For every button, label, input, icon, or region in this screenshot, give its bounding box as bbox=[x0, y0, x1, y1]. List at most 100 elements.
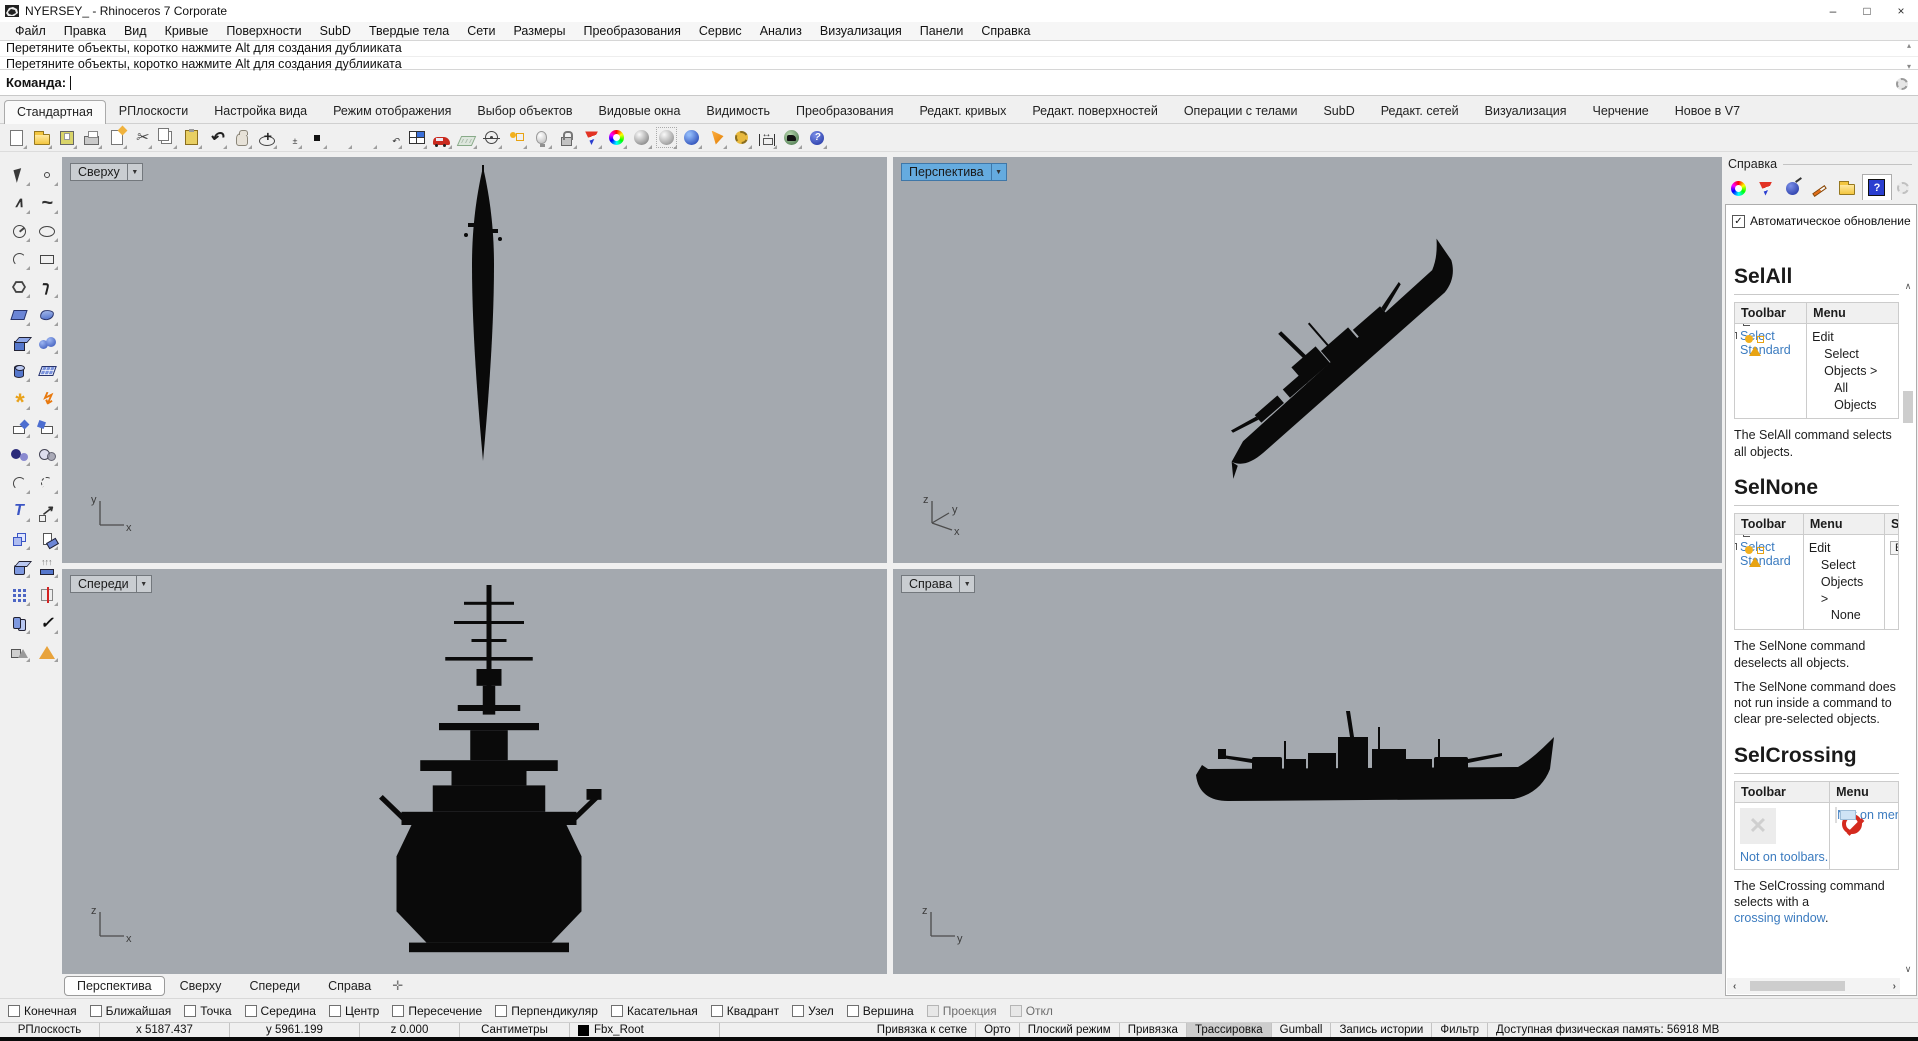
close-button[interactable]: × bbox=[1884, 0, 1918, 22]
sidebar-tool-button[interactable] bbox=[34, 414, 60, 440]
sidebar-tool-button[interactable] bbox=[6, 330, 32, 356]
toolbar-button[interactable] bbox=[229, 125, 254, 151]
menu-item[interactable]: Размеры bbox=[505, 24, 575, 38]
scroll-down-icon[interactable]: ∨ bbox=[1905, 964, 1912, 975]
toolbar-button[interactable] bbox=[554, 125, 579, 151]
osnap-toggle[interactable]: Вершина bbox=[847, 1004, 914, 1018]
checkbox[interactable] bbox=[329, 1005, 341, 1017]
sidebar-tool-button[interactable] bbox=[6, 582, 32, 608]
toolbar-tab[interactable]: Выбор объектов bbox=[464, 99, 585, 123]
osnap-toggle[interactable]: Узел bbox=[792, 1004, 834, 1018]
viewport-top[interactable]: Сверху ▼ y x bbox=[62, 157, 887, 563]
checkbox[interactable] bbox=[184, 1005, 196, 1017]
menu-item[interactable]: Справка bbox=[972, 24, 1039, 38]
viewport-menu-arrow-icon[interactable]: ▼ bbox=[992, 163, 1007, 181]
toolbar-button[interactable] bbox=[179, 125, 204, 151]
help-vertical-scrollbar[interactable]: ∧ ∨ bbox=[1901, 281, 1915, 975]
toolbar-button[interactable] bbox=[104, 125, 129, 151]
toolbar-tab[interactable]: Редакт. сетей bbox=[1368, 99, 1472, 123]
toolbar-button[interactable] bbox=[604, 125, 629, 151]
panel-tab[interactable] bbox=[1833, 176, 1860, 200]
sidebar-tool-button[interactable] bbox=[6, 638, 32, 664]
status-toggle[interactable]: Gumball bbox=[1272, 1023, 1332, 1037]
help-horizontal-scrollbar[interactable]: ‹ › bbox=[1727, 978, 1900, 994]
sidebar-tool-button[interactable] bbox=[6, 470, 32, 496]
checkbox[interactable] bbox=[927, 1005, 939, 1017]
viewport-right[interactable]: Справа ▼ z y bbox=[893, 569, 1722, 974]
toolbar-button[interactable] bbox=[279, 125, 304, 151]
toolbar-button[interactable] bbox=[254, 125, 279, 151]
toolbar-button[interactable] bbox=[629, 125, 654, 151]
maximize-button[interactable]: □ bbox=[1850, 0, 1884, 22]
sidebar-tool-button[interactable] bbox=[34, 330, 60, 356]
toolbar-tab[interactable]: Преобразования bbox=[783, 99, 906, 123]
toolbar-tab[interactable]: Черчение bbox=[1580, 99, 1662, 123]
toolbar-button[interactable] bbox=[779, 125, 804, 151]
not-on-toolbars-link[interactable]: Not on toolbars. bbox=[1740, 850, 1828, 864]
minimize-button[interactable]: – bbox=[1816, 0, 1850, 22]
toolbar-button[interactable] bbox=[79, 125, 104, 151]
sidebar-tool-button[interactable] bbox=[6, 274, 32, 300]
menu-item[interactable]: Вид bbox=[115, 24, 156, 38]
scroll-down-icon[interactable]: ▾ bbox=[1902, 62, 1916, 71]
checkbox[interactable] bbox=[847, 1005, 859, 1017]
sidebar-tool-button[interactable] bbox=[34, 470, 60, 496]
toolbar-button[interactable] bbox=[579, 125, 604, 151]
viewport-perspective-label[interactable]: Перспектива ▼ bbox=[901, 163, 1007, 181]
status-toggle[interactable]: Трассировка bbox=[1187, 1023, 1272, 1037]
toolbar-tab[interactable]: Стандартная bbox=[4, 100, 106, 124]
toolbar-button[interactable] bbox=[404, 125, 429, 151]
osnap-toggle[interactable]: Проекция bbox=[927, 1004, 997, 1018]
toolbar-button[interactable] bbox=[529, 125, 554, 151]
osnap-toggle[interactable]: Откл bbox=[1010, 1004, 1053, 1018]
osnap-toggle[interactable]: Касательная bbox=[611, 1004, 698, 1018]
auto-update-checkbox[interactable]: ✓ bbox=[1732, 215, 1745, 228]
viewport-right-label[interactable]: Справа ▼ bbox=[901, 575, 975, 593]
toolbar-tab[interactable]: Новое в V7 bbox=[1662, 99, 1753, 123]
sidebar-tool-button[interactable] bbox=[34, 386, 60, 412]
sidebar-tool-button[interactable] bbox=[34, 554, 60, 580]
viewport-tab[interactable]: Спереди bbox=[236, 976, 313, 996]
checkbox[interactable] bbox=[392, 1005, 404, 1017]
sidebar-tool-button[interactable] bbox=[6, 610, 32, 636]
sidebar-tool-button[interactable] bbox=[34, 274, 60, 300]
sidebar-tool-button[interactable] bbox=[6, 358, 32, 384]
toolbar-button[interactable] bbox=[679, 125, 704, 151]
viewport-menu-arrow-icon[interactable]: ▼ bbox=[128, 163, 143, 181]
scrollbar-thumb[interactable] bbox=[1903, 391, 1913, 423]
checkbox[interactable] bbox=[611, 1005, 623, 1017]
command-prompt[interactable]: Команда: bbox=[0, 70, 1918, 96]
sidebar-tool-button[interactable] bbox=[6, 526, 32, 552]
panel-tab[interactable] bbox=[1752, 176, 1779, 200]
toolbar-button[interactable] bbox=[4, 125, 29, 151]
sidebar-tool-button[interactable] bbox=[6, 162, 32, 188]
toolbar-tab[interactable]: Визуализация bbox=[1472, 99, 1580, 123]
units-button[interactable]: Сантиметры bbox=[460, 1023, 570, 1037]
menu-item[interactable]: Твердые тела bbox=[360, 24, 458, 38]
menu-item[interactable]: Правка bbox=[55, 24, 115, 38]
menu-item[interactable]: Кривые bbox=[156, 24, 218, 38]
viewport-tab[interactable]: Перспектива bbox=[64, 976, 165, 996]
toolbar-button[interactable] bbox=[504, 125, 529, 151]
auto-update-row[interactable]: ✓ Автоматическое обновление bbox=[1726, 205, 1916, 230]
panel-tab-help[interactable]: ? bbox=[1862, 174, 1892, 200]
toolbar-button[interactable] bbox=[154, 125, 179, 151]
menu-item[interactable]: Анализ bbox=[751, 24, 811, 38]
toolbar-button[interactable] bbox=[329, 125, 354, 151]
toolbar-button[interactable] bbox=[454, 125, 479, 151]
viewport-menu-arrow-icon[interactable]: ▼ bbox=[137, 575, 152, 593]
sidebar-tool-button[interactable] bbox=[6, 414, 32, 440]
toolbar-tab[interactable]: SubD bbox=[1310, 99, 1367, 123]
toolbar-button[interactable] bbox=[379, 125, 404, 151]
panel-tab[interactable] bbox=[1725, 176, 1752, 200]
osnap-toggle[interactable]: Середина bbox=[245, 1004, 316, 1018]
toolbar-button[interactable] bbox=[129, 125, 154, 151]
sidebar-tool-button[interactable] bbox=[34, 526, 60, 552]
status-toggle[interactable]: Привязка к сетке bbox=[869, 1023, 976, 1037]
osnap-toggle[interactable]: Пересечение bbox=[392, 1004, 482, 1018]
menu-item[interactable]: Сети bbox=[458, 24, 504, 38]
add-viewport-icon[interactable]: ✛ bbox=[386, 978, 409, 994]
osnap-toggle[interactable]: Точка bbox=[184, 1004, 231, 1018]
sidebar-tool-button[interactable] bbox=[6, 246, 32, 272]
osnap-toggle[interactable]: Перпендикуляр bbox=[495, 1004, 598, 1018]
